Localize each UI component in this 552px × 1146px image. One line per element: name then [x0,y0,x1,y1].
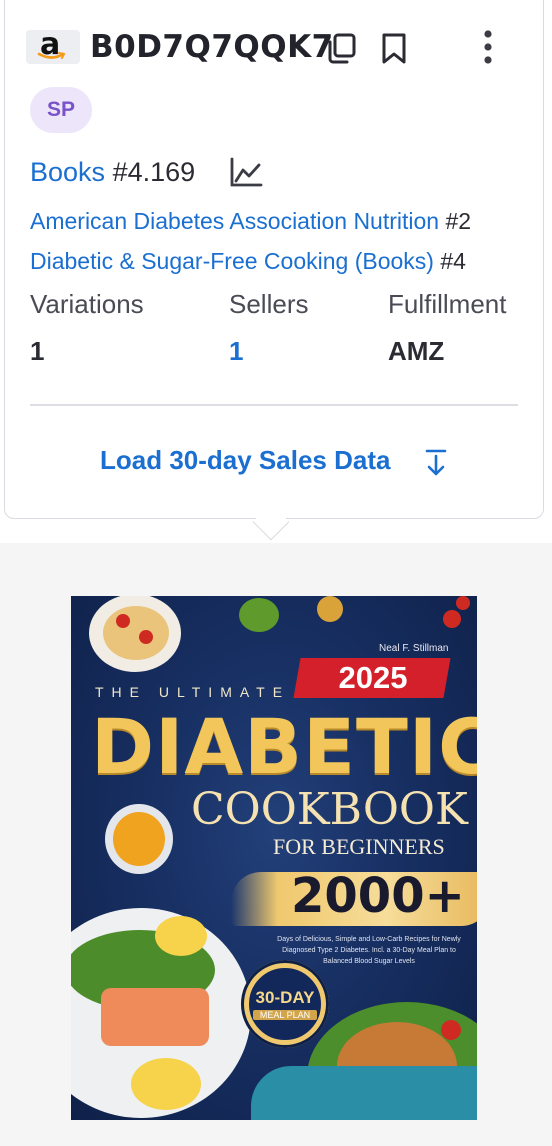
cover-line1: THE ULTIMATE [95,684,291,700]
fulfillment-label: Fulfillment [388,289,507,319]
load-sales-data-button[interactable]: Load 30-day Sales Data [100,445,460,481]
cover-title-main: DIABETIC [91,702,477,791]
seal-line1: 30-DAY [255,988,315,1007]
lemon-shape [155,916,207,956]
pizza-shape [103,606,169,660]
subrank-row: American Diabetes Association Nutrition … [30,208,471,235]
variations-value: 1 [30,336,45,366]
rank-position: #4.169 [112,157,196,187]
product-cover-image[interactable]: Neal F. Stillman 2025 THE ULTIMATE DIABE… [71,596,477,1120]
variations-label: Variations [30,289,144,319]
copy-icon[interactable] [324,32,358,66]
salmon-shape [101,988,209,1046]
avocado-shape [239,598,279,632]
load-sales-data-label: Load 30-day Sales Data [100,445,391,475]
trend-chart-icon[interactable] [229,157,263,189]
bookmark-icon[interactable] [380,32,410,66]
amazon-smile-icon [37,52,66,59]
product-header: a B0D7Q7QQK7 [26,27,516,66]
tomato-shape [139,630,153,644]
rank-category-link[interactable]: Books [30,157,105,187]
seal-line2: MEAL PLAN [253,1010,317,1020]
sellers-value-link[interactable]: 1 [229,336,243,367]
subrank-category-link[interactable]: Diabetic & Sugar-Free Cooking (Books) [30,248,434,274]
sponsored-badge: SP [30,87,92,133]
cover-author: Neal F. Stillman [379,643,449,654]
asin-text[interactable]: B0D7Q7QQK7 [90,29,334,65]
subrank-row: Diabetic & Sugar-Free Cooking (Books) #4 [30,248,466,275]
avocado-seed-shape [317,596,343,622]
cover-year: 2025 [338,660,408,695]
tomato-shape [116,614,130,628]
arrow-down-icon [425,449,447,476]
cherry-tomato-shape [456,596,470,610]
cover-title-secondary: COOKBOOK [191,784,468,835]
yellow-tomatoes-shape [113,812,165,866]
lemon-shape [131,1058,201,1110]
subrank-category-link[interactable]: American Diabetes Association Nutrition [30,208,439,234]
cherry-tomato-shape [443,610,461,628]
fulfillment-value: AMZ [388,336,445,366]
cover-subtitle: FOR BEGINNERS [273,834,445,859]
more-vertical-icon[interactable] [478,30,498,66]
product-image-area: Neal F. Stillman 2025 THE ULTIMATE DIABE… [0,543,552,1146]
divider [30,404,518,406]
cherry-tomato-shape [441,1020,461,1040]
subrank-position: #4 [440,248,466,274]
bestseller-rank: Books #4.169 [30,157,195,188]
napkin-shape [251,1066,477,1120]
amazon-logo-icon: a [26,27,80,64]
cover-count: 2000+ [291,868,465,924]
sellers-label: Sellers [229,289,309,319]
subrank-position: #2 [445,208,472,234]
